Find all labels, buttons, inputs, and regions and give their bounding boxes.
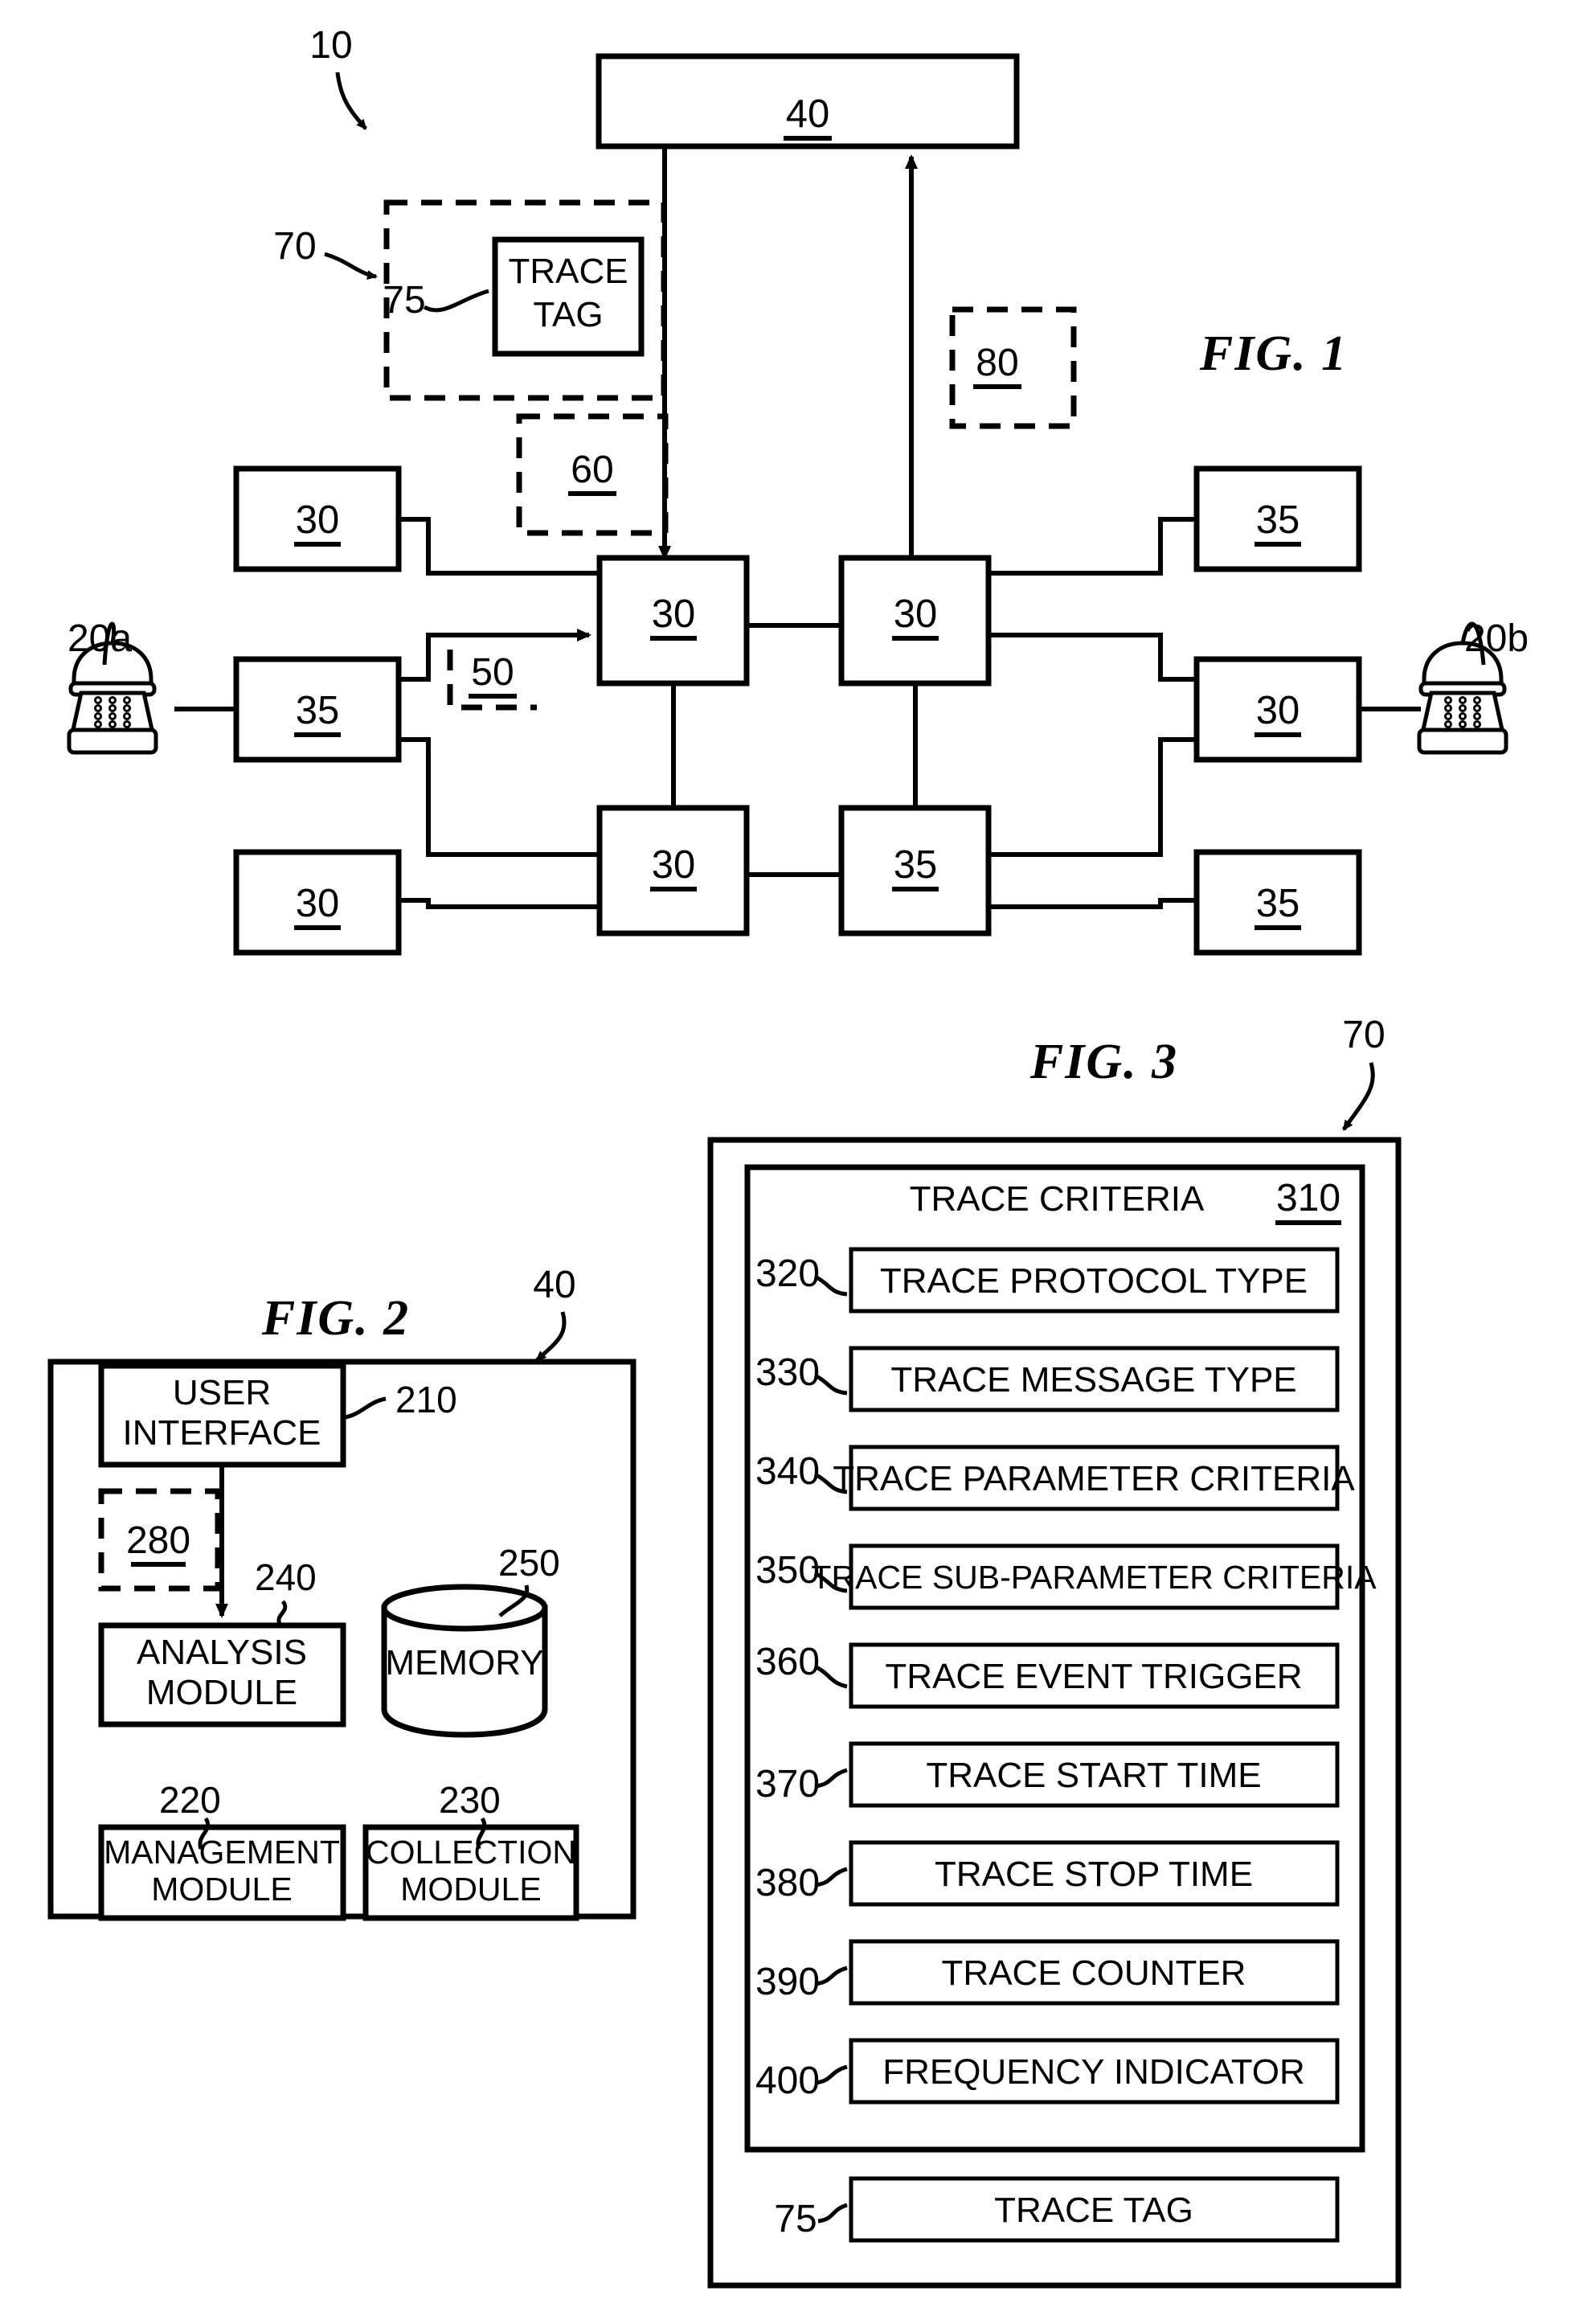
figure-3-title: FIG. 3 [1029,1035,1178,1089]
drawing-canvas: FIG. 1 10 40 70 TRACE TAG 75 60 80 30 35… [47,24,1529,2289]
fig1-node-right-top-label: 35 [1256,498,1300,542]
fig3-criteria-label-350: TRACE SUB-PARAMETER CRITERIA [811,1559,1377,1596]
fig1-wire-leftmid-corebl [399,737,600,857]
fig3-criteria-label-390: TRACE COUNTER [942,1953,1246,1993]
fig3-criteria-heading: TRACE CRITERIA [910,1179,1205,1219]
fig2-memory-label: MEMORY [385,1643,543,1683]
fig2-reference-230: 230 [439,1779,501,1821]
figure-1: FIG. 1 10 40 70 TRACE TAG 75 60 80 30 35… [67,24,1529,956]
figure-2: FIG. 2 40 USER INTERFACE 210 280 ANALYSI… [47,1264,636,1921]
fig1-node-core-tl-label: 30 [652,592,696,636]
fig1-wire-coretr-rightmid [988,633,1197,682]
fig3-criteria-ref-320: 320 [755,1252,820,1295]
fig3-criteria-ref-330: 330 [755,1351,820,1394]
reference-10: 10 [309,24,352,67]
fig1-wire-corebr-rightmid [988,737,1197,857]
fig3-criteria-ref-370: 370 [755,1763,820,1806]
fig3-criteria-label-400: FREQUENCY INDICATOR [882,2052,1305,2092]
fig2-collection-module-line1: COLLECTION [366,1834,576,1871]
fig3-leader-70 [1341,1062,1375,1131]
fig1-node-core-bl-label: 30 [652,843,696,887]
fig3-criteria-ref-400: 400 [755,2060,820,2102]
fig3-criteria-label-370: TRACE START TIME [926,1756,1261,1795]
fig1-wire-lefttop-coretl [399,517,600,576]
patent-drawing-sheet: FIG. 1 10 40 70 TRACE TAG 75 60 80 30 35… [0,0,1584,2324]
fig1-system-40-label: 40 [786,92,830,136]
fig2-user-interface-line2: INTERFACE [123,1413,321,1453]
fig2-user-interface-line1: USER [173,1373,271,1412]
fig3-criteria-ref-390: 390 [755,1961,820,2003]
fig1-wire-coretr-righttop [988,517,1197,576]
fig3-criteria-label-340: TRACE PARAMETER CRITERIA [833,1459,1355,1498]
fig2-reference-220: 220 [159,1779,221,1821]
fig1-node-right-mid-label: 30 [1256,689,1300,732]
fig3-criteria-label-320: TRACE PROTOCOL TYPE [880,1261,1308,1301]
fig2-management-module-line1: MANAGEMENT [104,1834,340,1871]
figure-1-title: FIG. 1 [1199,326,1348,381]
figure-3: FIG. 3 70 TRACE CRITERIA 310 TRACE PROTO… [707,1014,1402,2289]
fig2-reference-40: 40 [533,1264,575,1306]
fig2-collection-module-line2: MODULE [400,1871,541,1908]
fig3-criteria-label-360: TRACE EVENT TRIGGER [885,1657,1302,1696]
fig2-leader-40 [535,1311,567,1362]
fig3-criteria-ref-380: 380 [755,1862,820,1904]
fig3-criteria-label-330: TRACE MESSAGE TYPE [890,1360,1296,1400]
reference-50: 50 [471,651,514,694]
reference-60: 60 [571,449,613,491]
fig1-wire-corebr-rightbot [988,898,1197,909]
fig3-trace-tag-label: TRACE TAG [994,2191,1193,2230]
reference-70: 70 [273,225,316,268]
fig1-node-left-bot-label: 30 [296,882,340,925]
fig1-node-left-mid-label: 35 [296,689,340,732]
reference-20a: 20a [68,617,132,660]
figure-2-title: FIG. 2 [261,1291,410,1346]
fig2-management-module-line2: MODULE [151,1871,292,1908]
fig1-node-core-tr-label: 30 [894,592,938,636]
fig1-wire-leftbot-corebl [399,898,600,909]
fig2-analysis-module-line2: MODULE [146,1673,297,1712]
fig3-criteria-label-380: TRACE STOP TIME [935,1855,1253,1894]
fig3-criteria-ref-340: 340 [755,1450,820,1493]
fig3-reference-70: 70 [1342,1014,1385,1056]
fig2-analysis-module-line1: ANALYSIS [137,1633,307,1672]
fig3-criteria-ref-350: 350 [755,1549,820,1592]
fig2-reference-240: 240 [255,1556,317,1598]
leader-70 [324,252,378,281]
leader-10 [335,72,367,130]
fig2-reference-280: 280 [126,1519,190,1562]
fig1-trace-tag-line2: TAG [533,295,603,334]
fig3-criteria-heading-ref: 310 [1276,1177,1340,1219]
leader-75 [423,289,489,313]
fig1-node-core-br-label: 35 [894,843,938,887]
fig3-criteria-ref-360: 360 [755,1641,820,1683]
fig3-trace-tag-ref: 75 [774,2198,817,2240]
fig1-node-right-bot-label: 35 [1256,882,1300,925]
fig2-reference-250: 250 [498,1542,560,1584]
fig1-trace-tag-line1: TRACE [508,252,628,291]
fig2-reference-210: 210 [395,1379,457,1420]
fig1-node-left-top-label: 30 [296,498,340,542]
reference-80: 80 [976,342,1018,384]
reference-75: 75 [383,279,425,322]
